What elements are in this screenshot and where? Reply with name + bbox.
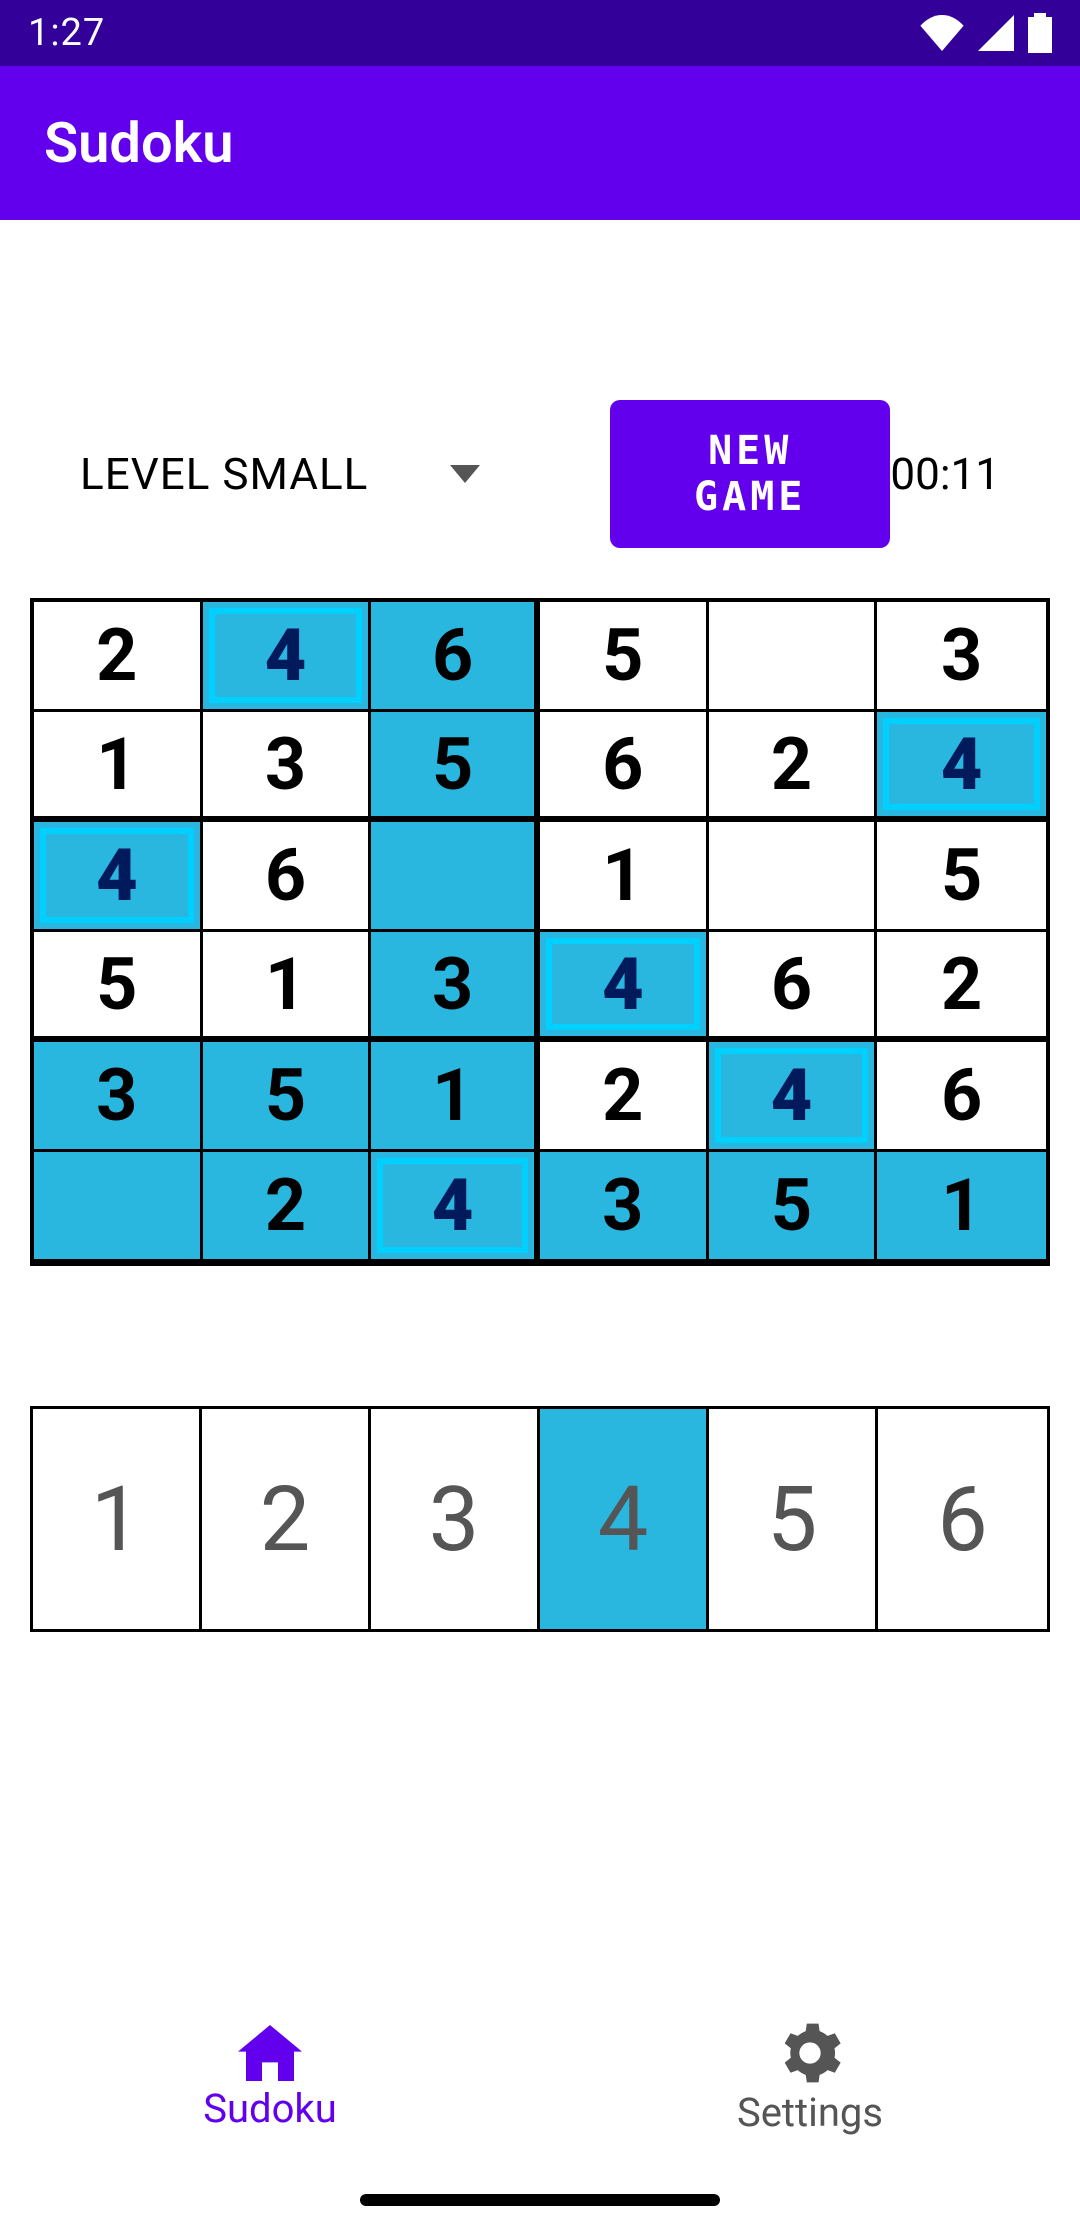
sudoku-cell: 5	[203, 1042, 372, 1152]
sudoku-cell[interactable]: 6	[877, 1042, 1046, 1152]
cell-value: 3	[265, 722, 306, 807]
controls-row: LEVEL SMALL NEW GAME 00:11	[0, 400, 1080, 548]
sudoku-cell[interactable]: 4	[877, 712, 1046, 822]
sudoku-cell[interactable]: 6	[709, 932, 878, 1042]
sudoku-cell: 3	[540, 1152, 709, 1262]
cell-value: 5	[432, 722, 473, 807]
numpad-key-1[interactable]: 1	[33, 1409, 202, 1629]
sudoku-cell: 3	[34, 1042, 203, 1152]
cell-value: 2	[96, 613, 137, 698]
cell-value: 5	[941, 833, 982, 918]
sudoku-cell[interactable]: 5	[540, 602, 709, 712]
bottom-nav: Sudoku Settings	[0, 1998, 1080, 2158]
sudoku-cell[interactable]: 2	[877, 932, 1046, 1042]
status-icons	[920, 13, 1052, 53]
cell-value: 1	[941, 1163, 982, 1248]
cell-value: 3	[602, 1163, 643, 1248]
cell-value: 2	[941, 942, 982, 1027]
gear-icon	[778, 2021, 842, 2085]
cell-value: 5	[265, 1053, 306, 1138]
sudoku-cell	[34, 1152, 203, 1262]
wifi-icon	[920, 15, 964, 51]
sudoku-cell[interactable]: 3	[203, 712, 372, 822]
cell-value: 5	[602, 613, 643, 698]
battery-icon	[1028, 13, 1052, 53]
cell-value: 3	[96, 1053, 137, 1138]
sudoku-cell[interactable]: 2	[709, 712, 878, 822]
nav-sudoku-label: Sudoku	[203, 2085, 337, 2132]
sudoku-cell: 6	[371, 602, 540, 712]
sudoku-cell: 1	[877, 1152, 1046, 1262]
sudoku-cell[interactable]: 1	[203, 932, 372, 1042]
nav-sudoku[interactable]: Sudoku	[0, 1998, 540, 2158]
sudoku-cell[interactable]: 5	[877, 822, 1046, 932]
cell-value: 1	[96, 722, 137, 807]
sudoku-cell[interactable]: 2	[540, 1042, 709, 1152]
cell-value: 6	[771, 942, 812, 1027]
gesture-bar	[360, 2194, 720, 2206]
cell-value: 1	[432, 1053, 473, 1138]
nav-settings[interactable]: Settings	[540, 1998, 1080, 2158]
cell-value: 4	[432, 1163, 474, 1248]
sudoku-cell[interactable]: 2	[34, 602, 203, 712]
cell-value: 2	[602, 1053, 643, 1138]
status-bar: 1:27	[0, 0, 1080, 66]
cell-value: 2	[771, 722, 812, 807]
sudoku-cell[interactable]: 4	[709, 1042, 878, 1152]
sudoku-cell[interactable]: 1	[34, 712, 203, 822]
sudoku-grid: 2 4 6 5 3 1 3 5 6 2 4 4 6 1 5 5 1 3 4 6 2 3 5 1 2 4 6 2 4 3 5 1	[30, 598, 1050, 1266]
sudoku-cell: 3	[371, 932, 540, 1042]
game-timer: 00:11	[890, 448, 1040, 500]
cell-value: 2	[265, 1163, 306, 1248]
app-bar: Sudoku	[0, 66, 1080, 220]
cell-value: 1	[265, 942, 306, 1027]
sudoku-cell[interactable]: 6	[203, 822, 372, 932]
cell-value: 4	[265, 613, 307, 698]
cell-value: 3	[941, 613, 982, 698]
cell-value: 3	[432, 942, 473, 1027]
numpad-key-2[interactable]: 2	[202, 1409, 371, 1629]
sudoku-cell[interactable]: 4	[34, 822, 203, 932]
numpad-key-6[interactable]: 6	[878, 1409, 1047, 1629]
cell-value: 5	[771, 1163, 812, 1248]
sudoku-cell: 1	[371, 1042, 540, 1152]
cell-value: 6	[602, 722, 643, 807]
sudoku-cell[interactable]: 4	[540, 932, 709, 1042]
chevron-down-icon	[450, 465, 480, 483]
sudoku-cell[interactable]: 4	[371, 1152, 540, 1262]
cell-value: 1	[602, 833, 643, 918]
sudoku-cell[interactable]	[709, 822, 878, 932]
cell-value: 6	[941, 1053, 982, 1138]
sudoku-cell[interactable]	[709, 602, 878, 712]
status-time: 1:27	[28, 11, 105, 55]
level-select[interactable]: LEVEL SMALL	[80, 434, 500, 514]
sudoku-cell[interactable]: 4	[203, 602, 372, 712]
sudoku-cell: 2	[203, 1152, 372, 1262]
cell-value: 4	[771, 1053, 813, 1138]
number-pad: 123456	[30, 1406, 1050, 1632]
cell-value: 5	[96, 942, 137, 1027]
numpad-key-4[interactable]: 4	[540, 1409, 709, 1629]
sudoku-cell: 5	[371, 712, 540, 822]
sudoku-cell[interactable]: 1	[540, 822, 709, 932]
cell-value: 4	[941, 722, 983, 807]
nav-settings-label: Settings	[737, 2089, 883, 2136]
sudoku-cell[interactable]: 6	[540, 712, 709, 822]
sudoku-cell	[371, 822, 540, 932]
sudoku-cell: 5	[709, 1152, 878, 1262]
cell-value: 6	[432, 613, 473, 698]
sudoku-cell[interactable]: 3	[877, 602, 1046, 712]
numpad-key-3[interactable]: 3	[371, 1409, 540, 1629]
sudoku-cell[interactable]: 5	[34, 932, 203, 1042]
level-label: LEVEL SMALL	[80, 448, 368, 500]
home-icon	[238, 2025, 302, 2081]
cell-signal-icon	[978, 15, 1014, 51]
numpad-key-5[interactable]: 5	[709, 1409, 878, 1629]
cell-value: 4	[602, 942, 644, 1027]
cell-value: 6	[265, 833, 306, 918]
app-title: Sudoku	[44, 110, 233, 176]
new-game-button[interactable]: NEW GAME	[610, 400, 890, 548]
cell-value: 4	[96, 833, 138, 918]
